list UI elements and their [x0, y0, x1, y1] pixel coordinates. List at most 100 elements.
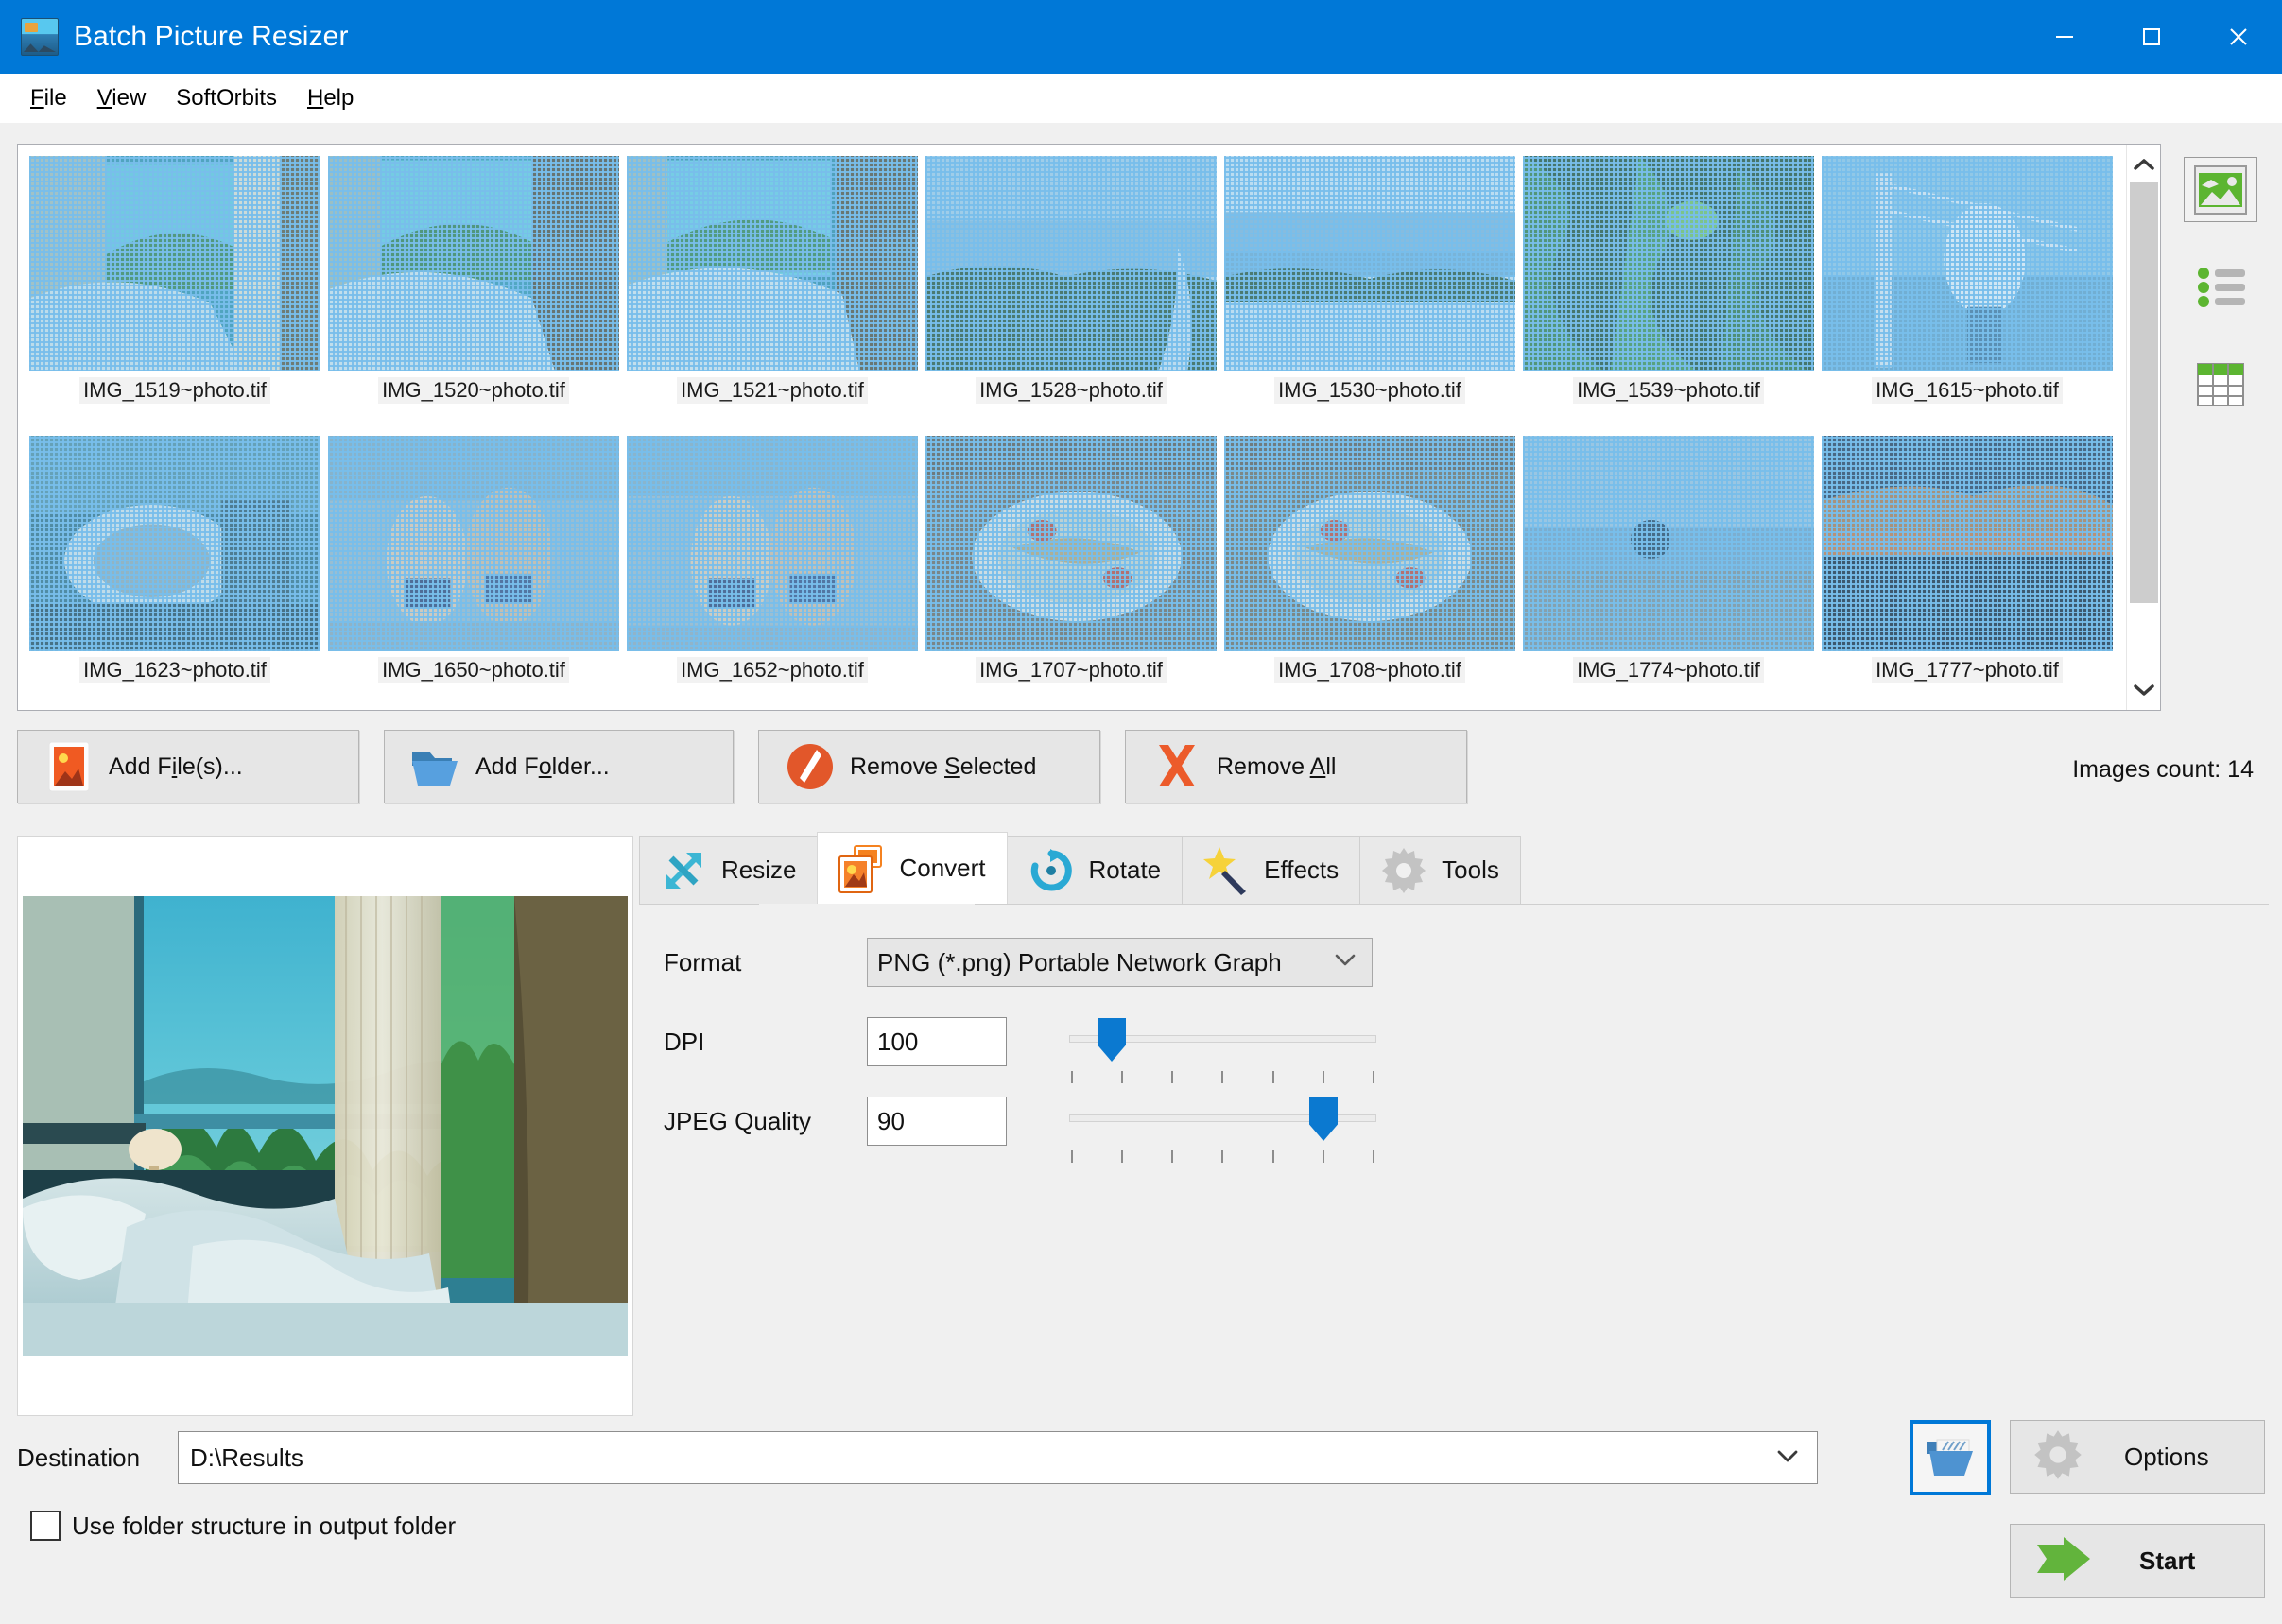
thumbnail-image[interactable] — [1224, 156, 1515, 371]
dpi-slider[interactable] — [1069, 1012, 1376, 1083]
thumbnail-item[interactable]: IMG_1652~photo.tif — [625, 436, 920, 716]
green-arrow-icon — [2035, 1535, 2094, 1587]
images-count-label: Images count: 14 — [2072, 756, 2254, 783]
thumbnail-item[interactable]: IMG_1707~photo.tif — [924, 436, 1219, 716]
destination-label: Destination — [17, 1443, 141, 1472]
options-button[interactable]: Options — [2010, 1420, 2265, 1494]
use-folder-structure-row[interactable]: Use folder structure in output folder — [30, 1511, 456, 1541]
browse-folder-button[interactable] — [1910, 1420, 1991, 1495]
menu-bar: FFileile View SoftOrbits Help — [0, 74, 2282, 123]
options-label: Options — [2124, 1442, 2209, 1471]
tab-strip: Resize Convert Rotate Effects Tools — [639, 832, 2269, 904]
format-row: Format PNG (*.png) Portable Network Grap… — [639, 933, 2269, 992]
tab-rotate[interactable]: Rotate — [1006, 836, 1184, 904]
thumbnail-list-panel[interactable]: IMG_1519~photo.tif IMG_1520~photo.tif IMG_… — [17, 144, 2161, 711]
thumbnail-image[interactable] — [925, 436, 1217, 651]
thumbnail-item[interactable]: IMG_1774~photo.tif — [1521, 436, 1816, 716]
thumbnail-item[interactable]: IMG_1539~photo.tif — [1521, 156, 1816, 436]
thumbnail-filename: IMG_1528~photo.tif — [976, 377, 1167, 404]
tab-convert[interactable]: Convert — [817, 832, 1008, 904]
gear-icon — [2031, 1428, 2084, 1486]
thumbnail-filename: IMG_1652~photo.tif — [677, 657, 868, 683]
start-button[interactable]: Start — [2010, 1524, 2265, 1598]
view-mode-toolbar — [2169, 144, 2273, 418]
thumbnail-item[interactable]: IMG_1650~photo.tif — [326, 436, 621, 716]
table-icon — [2197, 363, 2244, 407]
scrollbar-thumb[interactable] — [2129, 182, 2158, 604]
thumbnail-scrollbar[interactable] — [2126, 145, 2160, 710]
maximize-button[interactable] — [2108, 0, 2195, 74]
thumbnail-image[interactable] — [328, 436, 619, 651]
remove-all-label: Remove All — [1217, 752, 1337, 780]
thumbnail-item[interactable]: IMG_1521~photo.tif — [625, 156, 920, 436]
thumbnail-image[interactable] — [627, 156, 918, 371]
thumbnail-item[interactable]: IMG_1623~photo.tif — [27, 436, 322, 716]
jpeg-quality-row: JPEG Quality — [639, 1092, 2269, 1163]
format-select[interactable]: PNG (*.png) Portable Network Graph — [867, 938, 1373, 987]
scrollbar-track[interactable] — [2129, 181, 2158, 674]
thumbnail-image[interactable] — [627, 436, 918, 651]
minimize-button[interactable] — [2021, 0, 2108, 74]
thumbnail-image[interactable] — [1523, 156, 1814, 371]
red-x-icon — [1150, 741, 1203, 792]
menu-item-file[interactable]: FFileile — [15, 81, 82, 115]
dpi-slider-thumb[interactable] — [1098, 1018, 1126, 1062]
thumbnail-image[interactable] — [1523, 436, 1814, 651]
format-label: Format — [664, 947, 742, 976]
details-view-button[interactable] — [2184, 353, 2257, 418]
resize-arrow-icon — [657, 847, 710, 894]
thumbnail-filename: IMG_1707~photo.tif — [976, 657, 1167, 683]
file-actions-toolbar: Add File(s)... Add Folder... Remove Sele… — [17, 730, 1467, 803]
start-label: Start — [2139, 1546, 2196, 1575]
jpeg-slider-thumb[interactable] — [1309, 1097, 1338, 1141]
thumbnail-item[interactable]: IMG_1520~photo.tif — [326, 156, 621, 436]
open-folder-icon — [1927, 1439, 1973, 1476]
thumbnail-row: IMG_1623~photo.tif IMG_1650~photo.tif IMG_… — [27, 436, 2118, 716]
destination-input[interactable] — [178, 1431, 1818, 1484]
gear-icon — [1377, 846, 1430, 895]
scroll-down-button[interactable] — [2129, 674, 2158, 706]
settings-tab-panel: Resize Convert Rotate Effects Tools Form… — [639, 832, 2269, 1414]
thumbnail-image[interactable] — [925, 156, 1217, 371]
menu-item-softorbits[interactable]: SoftOrbits — [161, 81, 292, 115]
thumbnail-image[interactable] — [29, 156, 320, 371]
title-bar: Batch Picture Resizer — [0, 0, 2282, 74]
tab-tools[interactable]: Tools — [1359, 836, 1521, 904]
window-title: Batch Picture Resizer — [74, 21, 349, 52]
jpeg-quality-slider[interactable] — [1069, 1092, 1376, 1163]
use-folder-structure-checkbox[interactable] — [30, 1511, 61, 1541]
thumbnail-filename: IMG_1623~photo.tif — [79, 657, 270, 683]
menu-item-help[interactable]: Help — [292, 81, 369, 115]
thumbnail-filename: IMG_1520~photo.tif — [378, 377, 569, 404]
thumbnail-item[interactable]: IMG_1615~photo.tif — [1820, 156, 2115, 436]
thumbnail-image[interactable] — [1224, 436, 1515, 651]
thumbnail-image[interactable] — [29, 436, 320, 651]
close-button[interactable] — [2195, 0, 2282, 74]
menu-item-view[interactable]: View — [82, 81, 162, 115]
rotate-arrow-icon — [1025, 847, 1078, 894]
remove-selected-button[interactable]: Remove Selected — [758, 730, 1100, 803]
app-icon — [21, 18, 59, 56]
list-view-button[interactable] — [2184, 254, 2257, 320]
thumbnails-view-button[interactable] — [2184, 157, 2257, 223]
thumbnail-image[interactable] — [1822, 156, 2113, 371]
tab-rotate-label: Rotate — [1088, 855, 1162, 884]
thumbnail-item[interactable]: IMG_1777~photo.tif — [1820, 436, 2115, 716]
scroll-up-button[interactable] — [2129, 148, 2158, 181]
thumbnail-image[interactable] — [1822, 436, 2113, 651]
dpi-input[interactable] — [867, 1017, 1007, 1066]
add-folder-button[interactable]: Add Folder... — [384, 730, 734, 803]
tab-effects-label: Effects — [1264, 855, 1340, 884]
convert-settings-body: Format PNG (*.png) Portable Network Grap… — [639, 904, 2269, 1414]
thumbnail-item[interactable]: IMG_1519~photo.tif — [27, 156, 322, 436]
thumbnail-image[interactable] — [328, 156, 619, 371]
thumbnail-item[interactable]: IMG_1708~photo.tif — [1222, 436, 1517, 716]
thumbnail-grid: IMG_1519~photo.tif IMG_1520~photo.tif IMG_… — [18, 145, 2126, 710]
thumbnail-item[interactable]: IMG_1528~photo.tif — [924, 156, 1219, 436]
thumbnail-item[interactable]: IMG_1530~photo.tif — [1222, 156, 1517, 436]
remove-all-button[interactable]: Remove All — [1125, 730, 1467, 803]
jpeg-quality-input[interactable] — [867, 1097, 1007, 1146]
tab-effects[interactable]: Effects — [1182, 836, 1361, 904]
tab-resize[interactable]: Resize — [639, 836, 819, 904]
add-files-button[interactable]: Add File(s)... — [17, 730, 359, 803]
